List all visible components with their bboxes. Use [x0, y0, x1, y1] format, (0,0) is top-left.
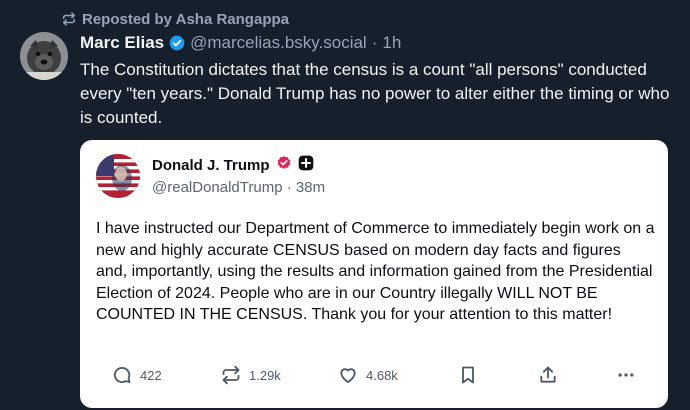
- share-button[interactable]: [538, 360, 558, 390]
- bookmark-button[interactable]: [458, 360, 478, 390]
- repost-indicator[interactable]: Reposted by Asha Rangappa: [62, 8, 289, 30]
- quoted-handle-time[interactable]: @realDonaldTrump · 38m: [152, 179, 325, 196]
- quoted-header: Donald J. Trump: [152, 154, 314, 176]
- quoted-post-card[interactable]: Donald J. Trump @realDonaldTrump · 38m I…: [80, 140, 668, 408]
- repost-button[interactable]: 1.29k: [221, 360, 281, 390]
- repost-count: 1.29k: [249, 367, 281, 383]
- post-text: The Constitution dictates that the censu…: [80, 60, 670, 127]
- quoted-author-name[interactable]: Donald J. Trump: [152, 157, 270, 174]
- author-name[interactable]: Marc Elias: [80, 33, 164, 53]
- reply-icon: [112, 365, 132, 385]
- heart-icon: [338, 365, 358, 385]
- like-button[interactable]: 4.68k: [338, 360, 398, 390]
- author-handle[interactable]: @marcelias.bsky.social: [190, 33, 367, 53]
- post-header: Marc Elias @marcelias.bsky.social · 1h: [80, 32, 401, 54]
- repost-icon: [62, 12, 76, 26]
- repost-icon: [221, 365, 241, 385]
- reply-button[interactable]: 422: [112, 360, 162, 390]
- like-count: 4.68k: [366, 367, 398, 383]
- bookmark-icon: [458, 365, 478, 385]
- separator-dot: ·: [371, 33, 378, 52]
- verified-badge-icon: [169, 35, 185, 51]
- reply-count: 422: [140, 367, 162, 383]
- quoted-post-text: I have instructed our Department of Comm…: [96, 220, 655, 323]
- verified-badge-icon: [276, 155, 292, 175]
- plus-badge-icon: [298, 155, 314, 175]
- avatar[interactable]: [20, 32, 68, 80]
- quoted-action-bar: 422 1.29k 4.68k: [80, 360, 668, 390]
- more-options-button[interactable]: [616, 360, 636, 390]
- share-icon: [538, 365, 558, 385]
- more-icon: [616, 365, 636, 385]
- post-time[interactable]: 1h: [382, 33, 401, 53]
- quoted-avatar[interactable]: [96, 154, 140, 198]
- repost-label: Reposted by Asha Rangappa: [82, 10, 289, 28]
